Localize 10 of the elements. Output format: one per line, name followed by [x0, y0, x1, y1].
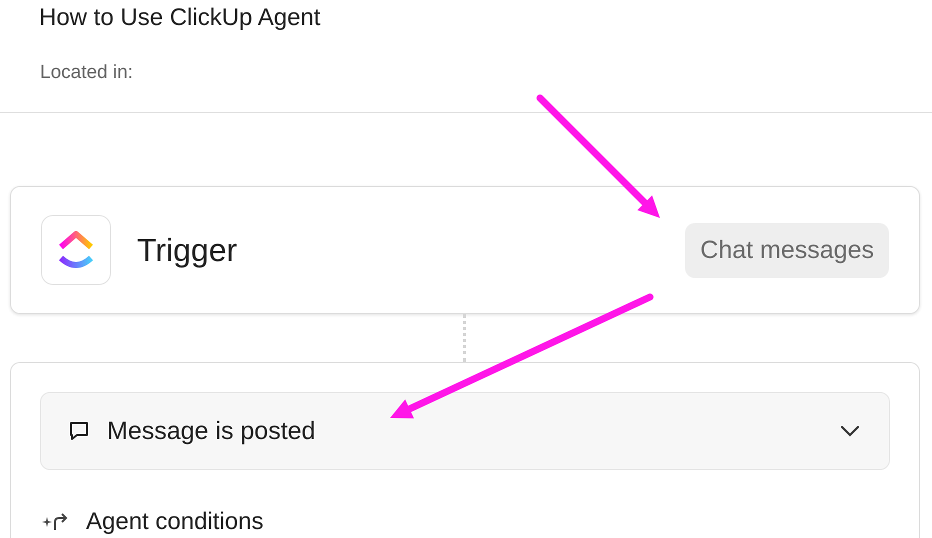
event-dropdown[interactable]: Message is posted	[40, 392, 890, 470]
trigger-title: Trigger	[137, 232, 238, 268]
location-label: Located in:	[40, 62, 134, 84]
trigger-source-tag[interactable]: Chat messages	[685, 222, 889, 278]
chevron-icon	[839, 424, 861, 438]
page-title: How to Use ClickUp Agent	[39, 4, 322, 32]
sparkle-arrow-icon	[42, 513, 68, 531]
chat-bubble-icon	[67, 419, 91, 443]
app-logo-icon	[41, 215, 111, 285]
conditions-label: Agent conditions	[86, 508, 264, 536]
